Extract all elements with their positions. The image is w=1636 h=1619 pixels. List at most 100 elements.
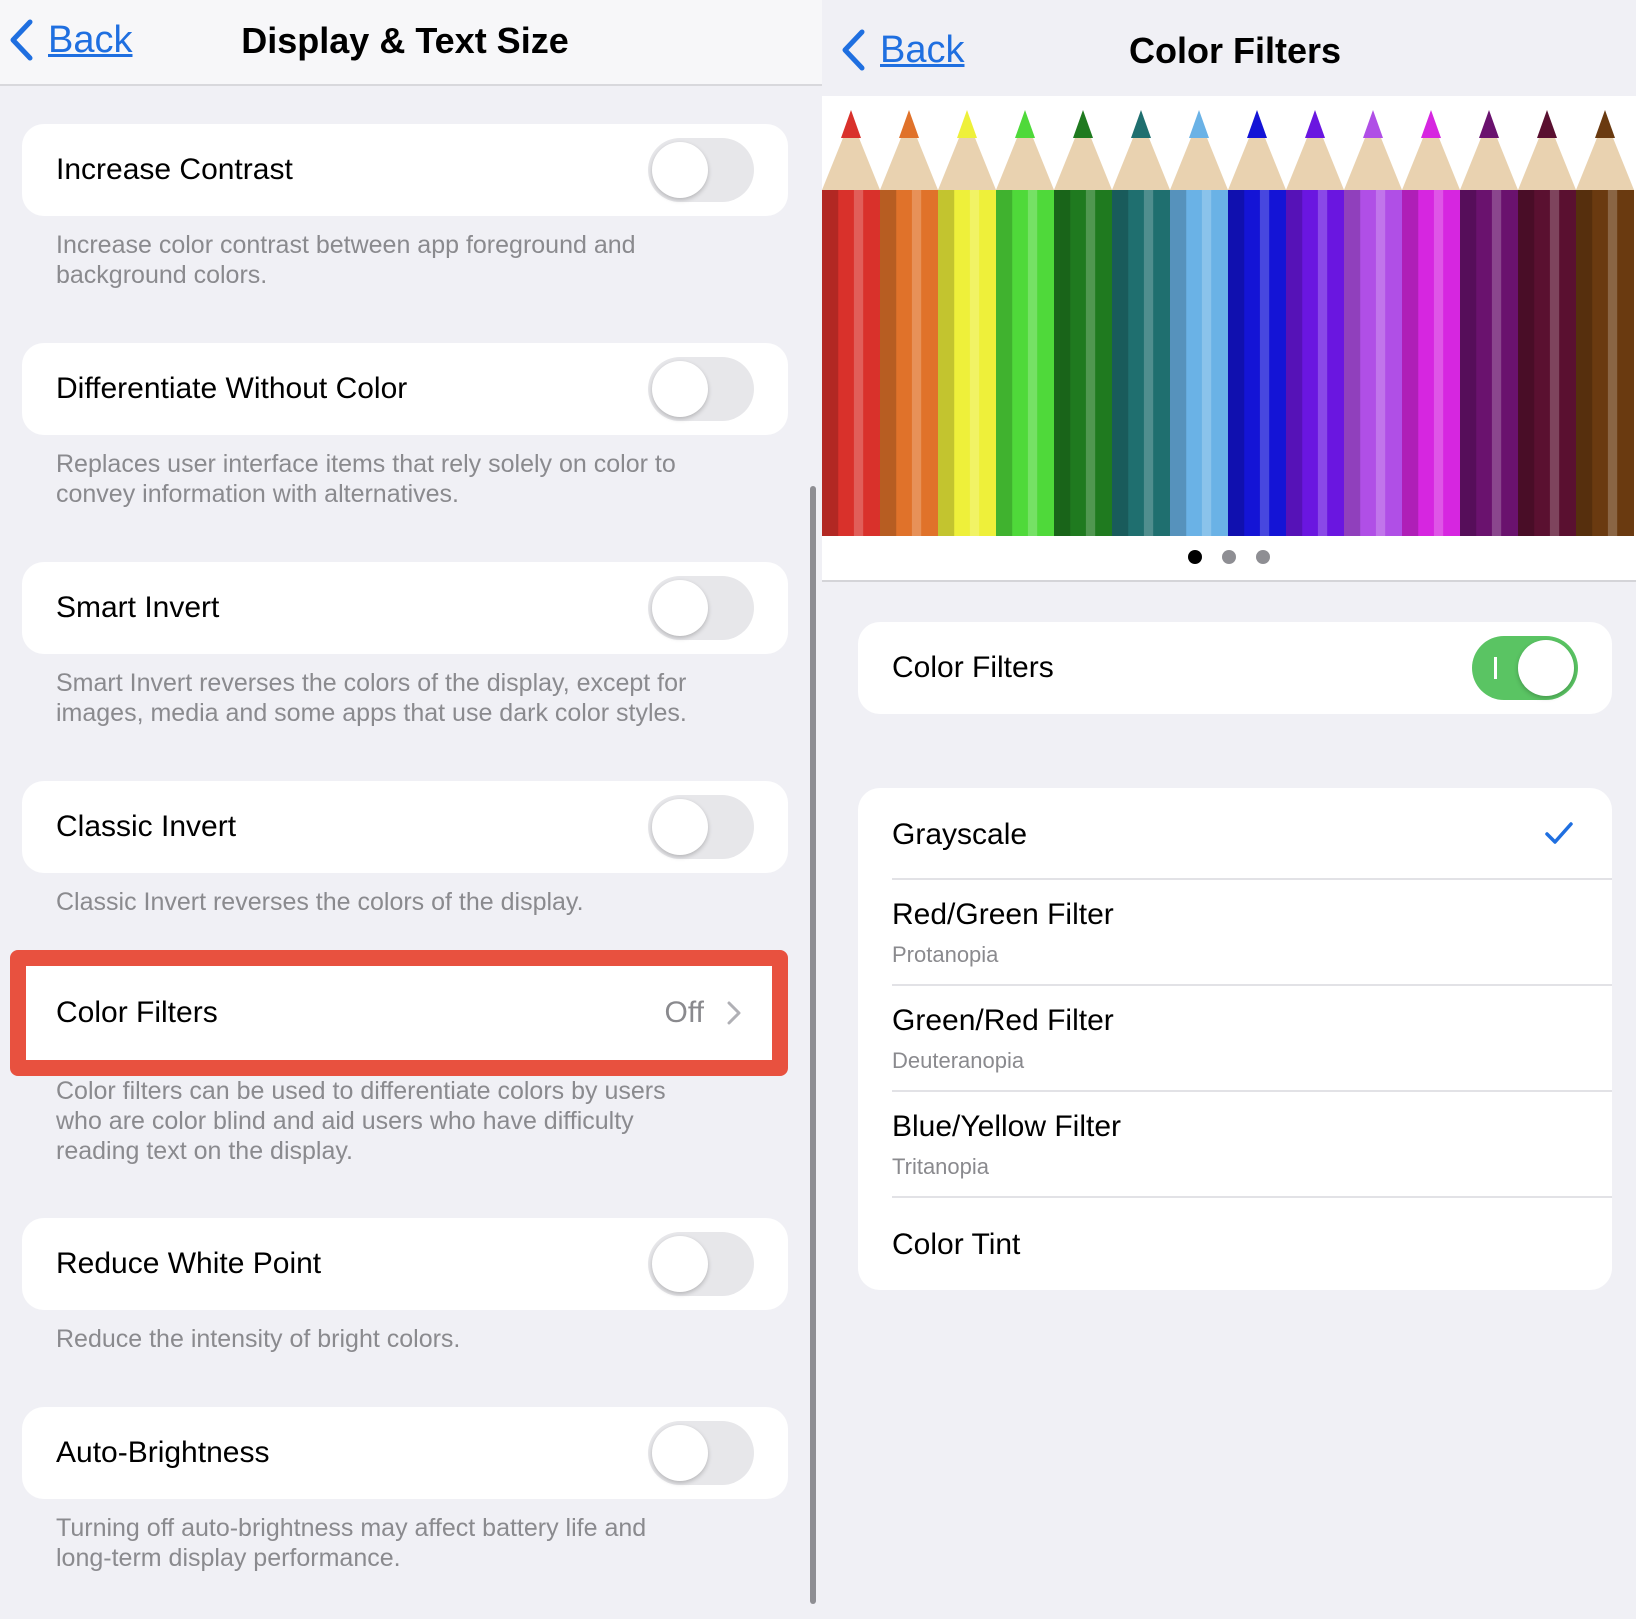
toggle-knob bbox=[652, 1236, 708, 1292]
filter-option-title: Green/Red Filter bbox=[892, 1004, 1114, 1037]
description-line: Replaces user interface items that rely … bbox=[56, 450, 676, 478]
auto-brightness-toggle[interactable] bbox=[648, 1421, 754, 1485]
color-filters-row[interactable]: Color Filters Off bbox=[10, 950, 788, 1076]
auto-brightness-row: Auto-Brightness bbox=[22, 1407, 788, 1499]
reduce-white-point-row: Reduce White Point bbox=[22, 1218, 788, 1310]
color-filters-label: Color Filters bbox=[56, 996, 218, 1029]
differentiate-without-color-row: Differentiate Without Color bbox=[22, 343, 788, 435]
description-line: Smart Invert reverses the colors of the … bbox=[56, 669, 687, 697]
description-line: background colors. bbox=[56, 261, 268, 289]
increase-contrast-description: Increase color contrast between app fore… bbox=[56, 230, 756, 290]
toggle-knob bbox=[652, 1425, 708, 1481]
increase-contrast-toggle[interactable] bbox=[648, 138, 754, 202]
description-line: reading text on the display. bbox=[56, 1137, 353, 1165]
nav-bar: Back Color Filters bbox=[822, 0, 1636, 96]
description-line: Turning off auto-brightness may affect b… bbox=[56, 1514, 647, 1542]
classic-invert-description: Classic Invert reverses the colors of th… bbox=[56, 887, 756, 917]
description-line: who are color blind and aid users who ha… bbox=[56, 1107, 634, 1135]
nav-bar: Back Display & Text Size bbox=[0, 0, 822, 86]
pencil bbox=[1460, 110, 1518, 536]
color-filters-value: Off bbox=[664, 996, 704, 1029]
page-dot[interactable] bbox=[1222, 550, 1236, 564]
reduce-white-point-label: Reduce White Point bbox=[56, 1247, 322, 1280]
color-filters-toggle-row: Color Filters bbox=[858, 622, 1612, 714]
description-line: Classic Invert reverses the colors of th… bbox=[56, 888, 584, 916]
color-filters-pane: Back Color Filters Color Filters Graysca… bbox=[822, 0, 1636, 1619]
reduce-white-point-description: Reduce the intensity of bright colors. bbox=[56, 1324, 756, 1354]
classic-invert-toggle[interactable] bbox=[648, 795, 754, 859]
page-dot[interactable] bbox=[1188, 550, 1202, 564]
description-line: images, media and some apps that use dar… bbox=[56, 699, 687, 727]
pencil bbox=[880, 110, 938, 536]
classic-invert-row: Classic Invert bbox=[22, 781, 788, 873]
toggle-knob bbox=[652, 799, 708, 855]
pencil bbox=[1402, 110, 1460, 536]
page-dot[interactable] bbox=[1256, 550, 1270, 564]
filter-option-title: Grayscale bbox=[892, 818, 1028, 851]
smart-invert-row: Smart Invert bbox=[22, 562, 788, 654]
filter-option-blue-yellow[interactable]: Blue/Yellow Filter Tritanopia bbox=[858, 1092, 1612, 1198]
filter-option-subtitle: Deuteranopia bbox=[892, 1048, 1025, 1073]
pencils-preview[interactable] bbox=[822, 96, 1636, 582]
filter-option-green-red[interactable]: Green/Red Filter Deuteranopia bbox=[858, 986, 1612, 1092]
color-filters-description: Color filters can be used to differentia… bbox=[56, 1076, 756, 1166]
filter-option-title: Blue/Yellow Filter bbox=[892, 1110, 1121, 1143]
pencil bbox=[1054, 110, 1112, 536]
color-filters-toggle-label: Color Filters bbox=[892, 651, 1054, 684]
back-button[interactable]: Back bbox=[8, 18, 132, 62]
back-label: Back bbox=[880, 28, 965, 71]
description-line: Reduce the intensity of bright colors. bbox=[56, 1325, 461, 1353]
toggle-knob bbox=[652, 580, 708, 636]
pencil bbox=[1576, 110, 1634, 536]
description-line: Color filters can be used to differentia… bbox=[56, 1077, 666, 1105]
pencil bbox=[1170, 110, 1228, 536]
display-text-size-pane: Back Display & Text Size Increase Contra… bbox=[0, 0, 822, 1619]
filter-option-subtitle: Protanopia bbox=[892, 942, 999, 967]
filter-option-title: Red/Green Filter bbox=[892, 898, 1114, 931]
page-title: Color Filters bbox=[1128, 30, 1342, 71]
description-line: Increase color contrast between app fore… bbox=[56, 231, 636, 259]
chevron-right-icon bbox=[727, 1001, 741, 1025]
chevron-left-icon bbox=[10, 19, 33, 61]
filter-option-grayscale[interactable]: Grayscale bbox=[858, 788, 1612, 880]
color-filters-toggle[interactable] bbox=[1472, 636, 1578, 700]
toggle-knob bbox=[652, 142, 708, 198]
pencil bbox=[1228, 110, 1286, 536]
smart-invert-toggle[interactable] bbox=[648, 576, 754, 640]
classic-invert-label: Classic Invert bbox=[56, 810, 237, 843]
filter-option-title: Color Tint bbox=[892, 1228, 1021, 1261]
toggle-knob bbox=[1518, 640, 1574, 696]
auto-brightness-label: Auto-Brightness bbox=[56, 1436, 270, 1469]
smart-invert-description: Smart Invert reverses the colors of the … bbox=[56, 668, 756, 728]
pencil bbox=[1286, 110, 1344, 536]
filter-option-color-tint[interactable]: Color Tint bbox=[858, 1198, 1612, 1290]
scrollbar[interactable] bbox=[810, 486, 816, 1604]
checkmark-icon bbox=[1545, 822, 1573, 844]
pencil bbox=[1344, 110, 1402, 536]
page-indicator[interactable] bbox=[822, 550, 1636, 564]
pencil bbox=[1518, 110, 1576, 536]
filter-option-subtitle: Tritanopia bbox=[892, 1154, 990, 1179]
page-title: Display & Text Size bbox=[241, 20, 569, 61]
pencil bbox=[996, 110, 1054, 536]
pencil bbox=[822, 110, 880, 536]
colored-pencils-image bbox=[822, 110, 1634, 536]
back-label: Back bbox=[48, 18, 133, 61]
pencil bbox=[1112, 110, 1170, 536]
pencil bbox=[938, 110, 996, 536]
smart-invert-label: Smart Invert bbox=[56, 591, 220, 624]
description-line: convey information with alternatives. bbox=[56, 480, 459, 508]
differentiate-without-color-label: Differentiate Without Color bbox=[56, 372, 408, 405]
auto-brightness-description: Turning off auto-brightness may affect b… bbox=[56, 1513, 756, 1573]
toggle-knob bbox=[652, 361, 708, 417]
reduce-white-point-toggle[interactable] bbox=[648, 1232, 754, 1296]
description-line: long-term display performance. bbox=[56, 1544, 401, 1572]
back-button[interactable]: Back bbox=[840, 28, 964, 72]
increase-contrast-row: Increase Contrast bbox=[22, 124, 788, 216]
differentiate-without-color-description: Replaces user interface items that rely … bbox=[56, 449, 756, 509]
differentiate-without-color-toggle[interactable] bbox=[648, 357, 754, 421]
chevron-left-icon bbox=[842, 29, 865, 71]
filter-options-list: Grayscale Red/Green Filter Protanopia Gr… bbox=[858, 788, 1612, 1290]
toggle-on-mark bbox=[1494, 657, 1497, 679]
filter-option-red-green[interactable]: Red/Green Filter Protanopia bbox=[858, 880, 1612, 986]
